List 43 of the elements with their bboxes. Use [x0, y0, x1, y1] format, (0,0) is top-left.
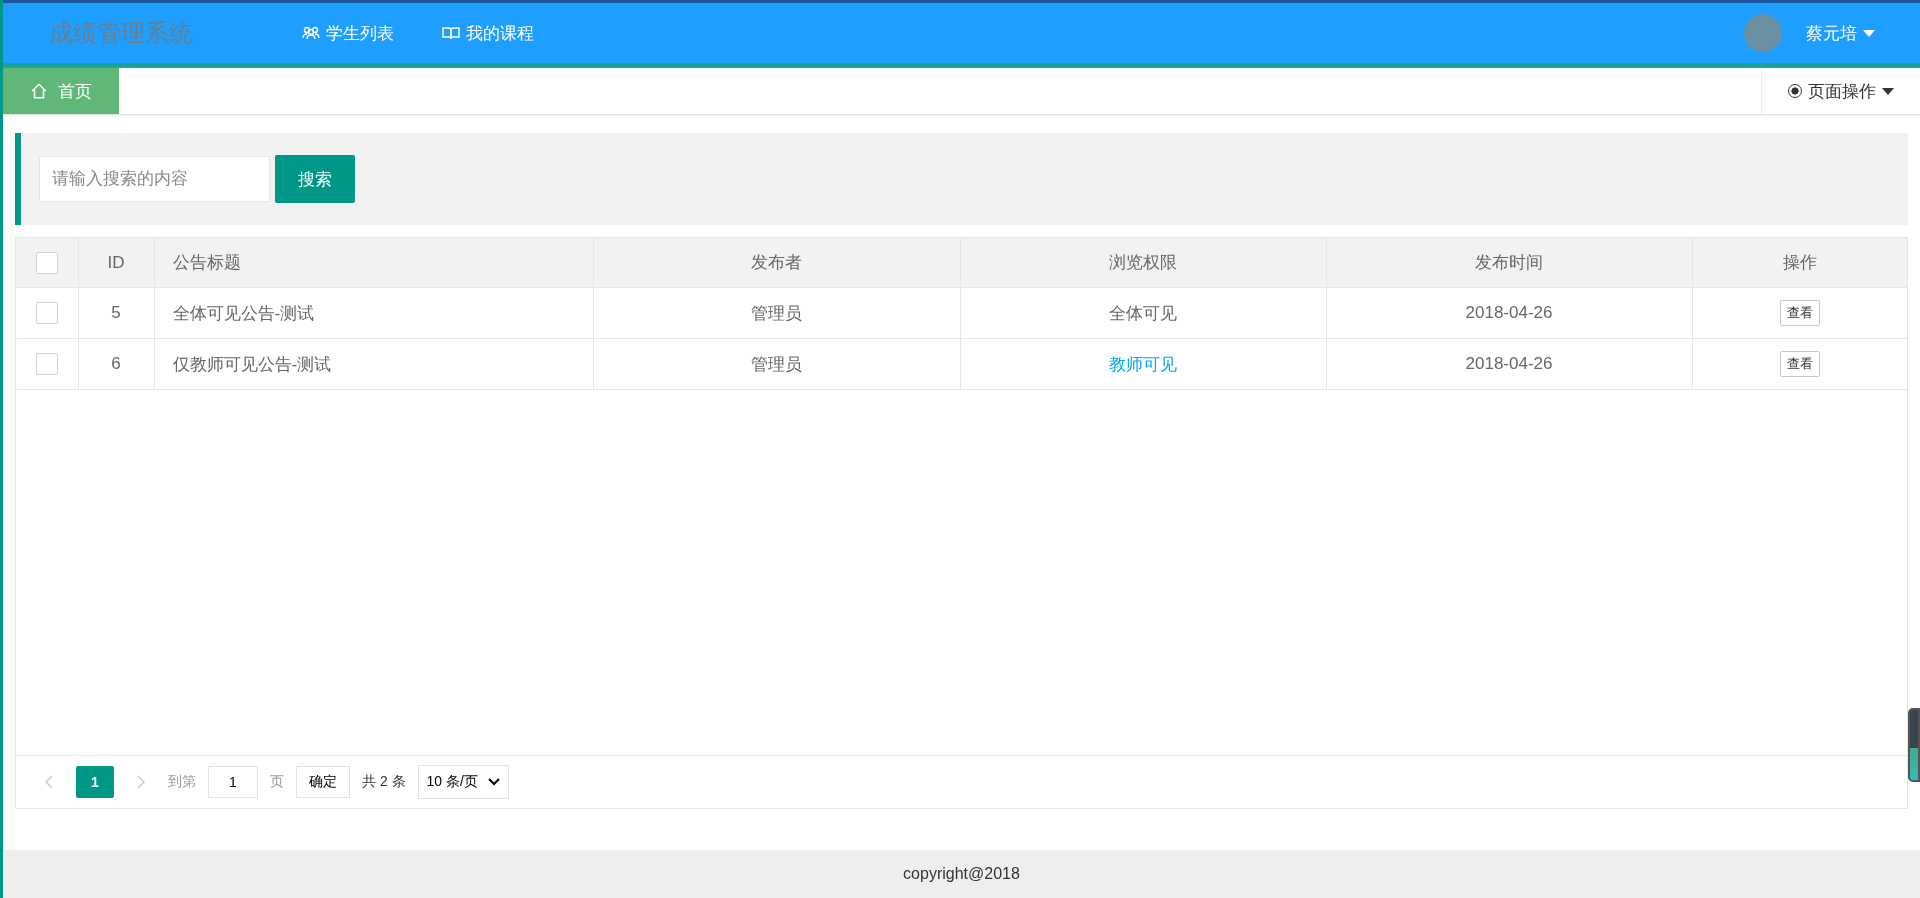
- chevron-icon: [487, 778, 500, 786]
- confirm-button[interactable]: 确定: [296, 766, 350, 798]
- avatar[interactable]: [1744, 14, 1782, 52]
- table-cell: 2018-04-26: [1326, 287, 1692, 339]
- table-cell: 仅教师可见公告-测试: [154, 338, 593, 390]
- table-cell: 管理员: [593, 338, 960, 390]
- home-icon: [30, 82, 48, 100]
- app-logo: 成绩管理系统: [49, 18, 194, 48]
- table-cell: 2018-04-26: [1326, 338, 1692, 390]
- table-cell: 教师可见: [960, 338, 1326, 390]
- column-header: ID: [78, 238, 154, 288]
- page-unit-label: 页: [270, 773, 284, 791]
- target-icon: [1788, 84, 1802, 98]
- column-header: 公告标题: [154, 238, 593, 288]
- caret-icon: [1863, 29, 1875, 37]
- copyright-text: copyright@2018: [903, 865, 1020, 883]
- view-button[interactable]: 查看: [1779, 300, 1820, 326]
- table-cell: 全体可见: [960, 287, 1326, 339]
- book-icon: [442, 26, 460, 40]
- view-button[interactable]: 查看: [1779, 351, 1820, 377]
- table-cell: 全体可见公告-测试: [154, 287, 593, 339]
- search-button[interactable]: 搜索: [275, 155, 355, 203]
- table-cell: 6: [78, 338, 154, 390]
- next-page-icon[interactable]: [136, 774, 146, 790]
- column-header: 发布者: [593, 238, 960, 288]
- column-header: 操作: [1692, 238, 1907, 288]
- row-checkbox[interactable]: [35, 353, 58, 375]
- select-all-checkbox[interactable]: [35, 251, 58, 274]
- total-count: 共 2 条: [362, 773, 406, 791]
- goto-label: 到第: [168, 773, 196, 791]
- column-header: 浏览权限: [960, 238, 1326, 288]
- users-icon: [302, 26, 320, 40]
- row-checkbox[interactable]: [35, 302, 58, 324]
- page-input[interactable]: 1: [208, 766, 258, 798]
- table-cell: 5: [78, 287, 154, 339]
- column-header: 发布时间: [1326, 238, 1692, 288]
- page-number[interactable]: 1: [76, 766, 114, 798]
- page-size-select[interactable]: 10 条/页: [417, 765, 509, 799]
- search-field[interactable]: 请输入搜索的内容: [39, 156, 270, 202]
- page-actions-menu[interactable]: 页面操作: [1761, 68, 1920, 114]
- table-cell: 管理员: [593, 287, 960, 339]
- caret-icon: [1882, 87, 1894, 95]
- previous-page-icon[interactable]: [44, 774, 54, 790]
